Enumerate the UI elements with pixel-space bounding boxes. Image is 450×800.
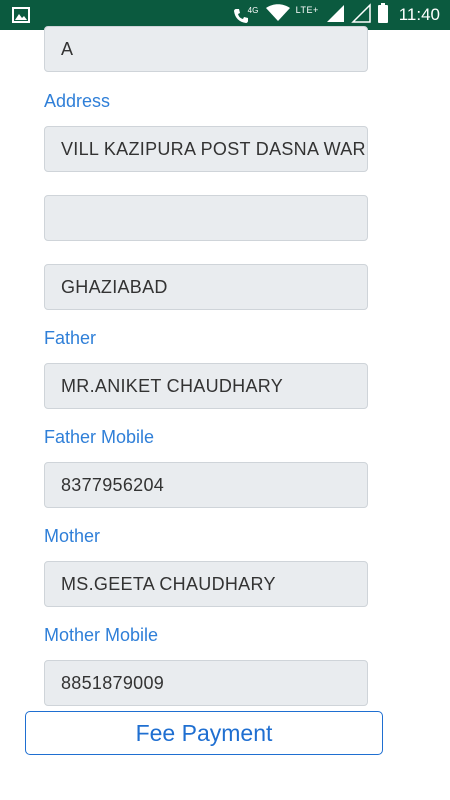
profile-form: A Address VILL KAZIPURA POST DASNA WARD … [0, 26, 450, 800]
address-line1-field[interactable]: VILL KAZIPURA POST DASNA WARD [44, 126, 368, 172]
network-type-label: 4G [247, 6, 259, 15]
father-field[interactable]: MR.ANIKET CHAUDHARY [44, 363, 368, 409]
city-field[interactable]: GHAZIABAD [44, 264, 368, 310]
wifi-calling-icon: 4G [232, 4, 260, 26]
address-label: Address [44, 91, 111, 111]
cell-signal-icon [325, 3, 345, 28]
lte-label: LTE+ [295, 5, 319, 15]
gallery-icon [12, 7, 30, 28]
father-label: Father [44, 328, 97, 348]
father-mobile-label: Father Mobile [44, 427, 155, 447]
battery-icon [377, 2, 389, 28]
cell-signal-secondary-icon [350, 2, 371, 28]
address-line2-field[interactable] [44, 195, 368, 241]
name-field[interactable]: A [44, 26, 368, 72]
mother-field[interactable]: MS.GEETA CHAUDHARY [44, 561, 368, 607]
mother-label: Mother [44, 526, 101, 546]
father-mobile-field[interactable]: 8377956204 [44, 462, 368, 508]
wifi-icon [265, 3, 290, 27]
clock-time: 11:40 [398, 5, 440, 24]
mother-mobile-field[interactable]: 8851879009 [44, 660, 368, 706]
mother-mobile-label: Mother Mobile [44, 625, 159, 645]
fee-payment-button[interactable]: Fee Payment [25, 711, 383, 755]
